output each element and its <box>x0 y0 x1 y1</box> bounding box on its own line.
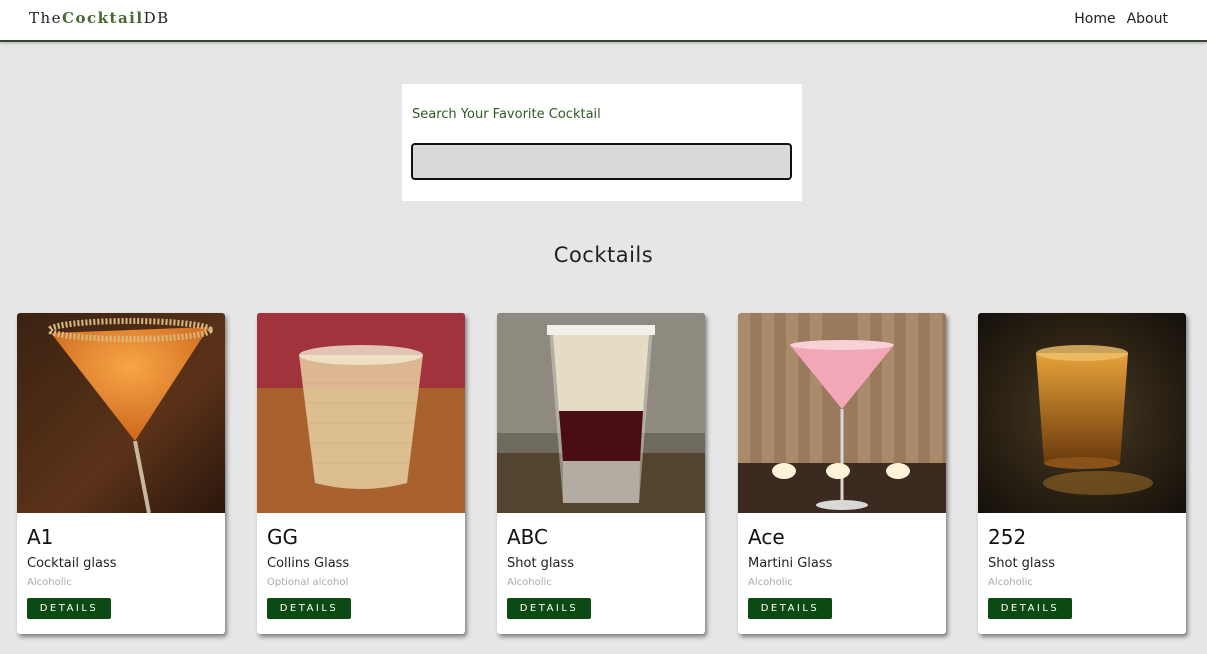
cocktail-glass: Shot glass <box>988 556 1056 571</box>
logo-brand: Cocktail <box>62 9 144 27</box>
logo-prefix: The <box>29 9 63 27</box>
cocktail-card: GG Collins Glass Optional alcohol DETAIL… <box>257 313 465 634</box>
martini-orange-photo <box>17 313 225 513</box>
details-button[interactable]: DETAILS <box>267 598 351 619</box>
tumbler-photo <box>257 313 465 513</box>
nav-home-link[interactable]: Home <box>1074 11 1115 27</box>
pink-martini-photo <box>738 313 946 513</box>
cocktail-glass: Shot glass <box>507 556 575 571</box>
cocktail-glass: Collins Glass <box>267 556 350 571</box>
cocktail-alcoholic: Alcoholic <box>507 577 552 588</box>
section-title: Cocktails <box>553 243 654 267</box>
search-label: Search Your Favorite Cocktail <box>412 107 601 122</box>
nav-links: Home About <box>1074 11 1168 27</box>
cocktail-name: 252 <box>988 525 1027 549</box>
cocktail-name: A1 <box>27 525 54 549</box>
cocktail-card: ABC Shot glass Alcoholic DETAILS <box>497 313 705 634</box>
cocktail-alcoholic: Alcoholic <box>988 577 1033 588</box>
cocktail-alcoholic: Alcoholic <box>748 577 793 588</box>
cocktail-card: A1 Cocktail glass Alcoholic DETAILS <box>17 313 225 634</box>
cocktail-name: Ace <box>748 525 785 549</box>
layered-shot-photo <box>497 313 705 513</box>
cocktail-card: 252 Shot glass Alcoholic DETAILS <box>978 313 1186 634</box>
navbar: TheCocktailDB Home About <box>0 0 1207 42</box>
site-logo[interactable]: TheCocktailDB <box>29 9 170 27</box>
details-button[interactable]: DETAILS <box>748 598 832 619</box>
details-button[interactable]: DETAILS <box>988 598 1072 619</box>
details-button[interactable]: DETAILS <box>27 598 111 619</box>
cocktail-glass: Cocktail glass <box>27 556 117 571</box>
cocktail-alcoholic: Optional alcohol <box>267 577 349 588</box>
logo-suffix: DB <box>143 9 170 27</box>
cocktail-name: GG <box>267 525 298 549</box>
cocktail-card: Ace Martini Glass Alcoholic DETAILS <box>738 313 946 634</box>
search-input[interactable] <box>411 143 792 180</box>
cocktail-alcoholic: Alcoholic <box>27 577 72 588</box>
whiskey-shot-photo <box>978 313 1186 513</box>
cocktail-name: ABC <box>507 525 549 549</box>
nav-about-link[interactable]: About <box>1127 11 1168 27</box>
details-button[interactable]: DETAILS <box>507 598 591 619</box>
search-form: Search Your Favorite Cocktail <box>402 84 802 201</box>
cocktail-glass: Martini Glass <box>748 556 833 571</box>
